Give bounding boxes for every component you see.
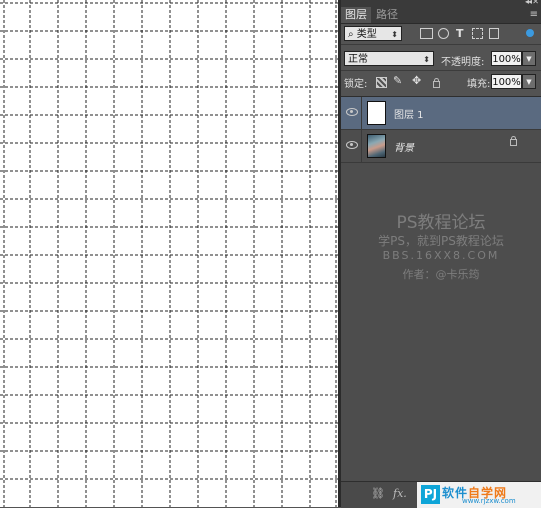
watermark-title: PS教程论坛 — [396, 213, 486, 233]
collapse-icon[interactable]: ◂◂ — [525, 0, 532, 6]
eye-column-divider — [361, 97, 362, 129]
chevron-updown-icon: ⬍ — [423, 55, 430, 64]
smart-object-filter-icon[interactable] — [489, 28, 499, 39]
adjustment-filter-icon[interactable] — [438, 28, 449, 39]
type-filter-icon[interactable]: T — [456, 27, 464, 40]
blend-mode-select[interactable]: 正常 ⬍ — [344, 51, 434, 66]
tab-layers[interactable]: 图层 — [341, 7, 371, 23]
search-icon: ⌕ — [348, 29, 357, 40]
tab-paths[interactable]: 路径 — [372, 7, 402, 23]
fill-label: 填充: — [467, 79, 491, 90]
blend-mode-value: 正常 — [348, 54, 368, 65]
layers-list: 图层 1 背景 — [341, 96, 541, 481]
filter-toggle[interactable] — [526, 29, 534, 37]
watermark-url: BBS.16XX8.COM — [382, 249, 500, 262]
opacity-input[interactable]: 100% — [491, 51, 522, 66]
layers-bottom-bar: ⛓ fx. PJ 软件自学网 www.rjzxw.com — [341, 481, 541, 508]
lock-all-icon[interactable] — [433, 78, 440, 88]
layer-name[interactable]: 背景 — [394, 139, 414, 154]
filter-kind-label: 类型 — [356, 29, 377, 40]
shape-filter-icon[interactable] — [472, 28, 483, 39]
layer-row[interactable]: 图层 1 — [341, 97, 541, 130]
watermark-subtitle: 学PS，就到PS教程论坛 — [378, 234, 504, 248]
site-badge: PJ 软件自学网 www.rjzxw.com — [417, 482, 541, 508]
chevron-updown-icon: ⬍ — [391, 30, 398, 39]
fx-icon[interactable]: fx. — [393, 487, 407, 500]
opacity-dropdown[interactable]: ▼ — [522, 51, 536, 66]
lock-icon — [510, 136, 517, 146]
site-url: www.rjzxw.com — [462, 497, 516, 505]
panel-collapse-bar[interactable]: ◂◂ ✕ — [341, 0, 541, 7]
eye-column-divider — [361, 130, 362, 162]
filter-kind-select[interactable]: ⌕ 类型 ⬍ — [344, 26, 402, 41]
fill-input[interactable]: 100% — [491, 74, 522, 89]
close-icon[interactable]: ✕ — [532, 0, 539, 6]
panel-menu-icon[interactable]: ≡ — [530, 9, 538, 20]
image-filter-icon[interactable] — [420, 28, 433, 39]
opacity-label: 不透明度: — [441, 57, 485, 68]
layer-thumbnail — [367, 134, 386, 158]
lock-transparent-icon[interactable] — [376, 77, 387, 88]
lock-label: 锁定: — [344, 79, 368, 90]
layers-panel: ◂◂ ✕ 图层 路径 ≡ ⌕ 类型 ⬍ T 正常 ⬍ 不透明度: 100% ▼ … — [341, 0, 541, 508]
watermark-author: 作者：@卡乐筠 — [402, 268, 480, 281]
fill-dropdown[interactable]: ▼ — [522, 74, 536, 89]
dashed-grid — [0, 0, 338, 507]
separator — [341, 70, 541, 71]
lock-pixels-icon[interactable]: ✎ — [393, 74, 402, 87]
layer-thumbnail — [367, 101, 386, 125]
lock-position-icon[interactable]: ✥ — [412, 74, 421, 87]
panel-tabbar: 图层 路径 ≡ — [341, 7, 541, 24]
link-icon[interactable]: ⛓ — [371, 487, 385, 500]
layer-row[interactable]: 背景 — [341, 130, 541, 163]
eye-icon[interactable] — [346, 141, 358, 149]
eye-icon[interactable] — [346, 108, 358, 116]
separator — [341, 44, 541, 45]
layer-name[interactable]: 图层 1 — [394, 106, 424, 121]
site-logo: PJ — [421, 485, 440, 504]
document-canvas[interactable] — [0, 0, 338, 507]
